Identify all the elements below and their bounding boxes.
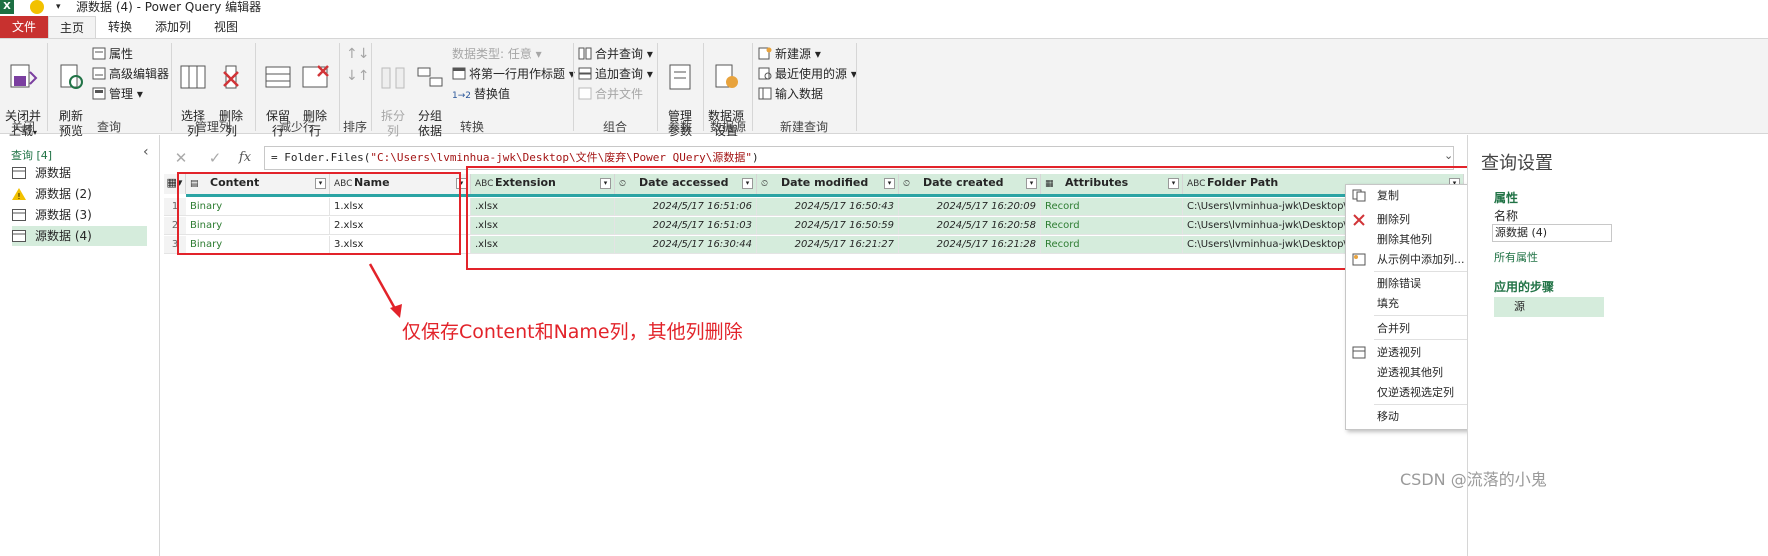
all-properties-link[interactable]: 所有属性 (1494, 249, 1538, 265)
cancel-icon[interactable]: ✕ (168, 146, 194, 170)
refresh-icon (60, 64, 83, 89)
remove-rows-icon (302, 65, 329, 88)
query-item[interactable]: 源数据 (3) (12, 205, 147, 225)
manage-parameters-icon (669, 64, 691, 90)
queries-panel: 查询 [4] ‹ 源数据 ! 源数据 (2) 源数据 (3) 源数据 (4) (0, 135, 160, 556)
enter-data-icon (758, 87, 772, 100)
unpivot-icon (1352, 346, 1366, 359)
manage-icon (92, 87, 106, 100)
annotation-box-keep (177, 172, 461, 255)
merge-queries-icon (578, 47, 592, 60)
expand-formula-icon[interactable]: ⌄ (1444, 149, 1453, 162)
new-source-button[interactable]: 新建源 ▾ (758, 46, 821, 62)
append-queries-icon (578, 67, 592, 80)
copy-icon (1352, 189, 1366, 202)
group-label-close: 关闭 (10, 120, 35, 134)
query-settings-title: 查询设置 (1481, 153, 1553, 174)
query-item-selected[interactable]: 源数据 (4) (12, 226, 147, 246)
function-icon[interactable]: fx (232, 146, 258, 170)
replace-values-button[interactable]: 1→2 替换值 (452, 86, 510, 104)
warning-icon: ! (12, 188, 26, 200)
group-label-new-query: 新建查询 (779, 120, 828, 134)
group-label-reduce-rows: 减少行 (278, 120, 315, 134)
group-label-combine: 组合 (602, 120, 627, 134)
add-column-example-icon (1352, 253, 1366, 266)
svg-text:!: ! (17, 192, 20, 200)
properties-header: 属性 (1494, 191, 1519, 205)
table-icon (12, 167, 26, 179)
watermark: CSDN @流落的小鬼 (1400, 470, 1547, 489)
table-icon (12, 209, 26, 221)
table-icon (12, 230, 26, 242)
name-input[interactable]: 源数据 (4) (1492, 224, 1612, 242)
advanced-editor-button[interactable]: 高级编辑器 (92, 66, 169, 82)
tab-add-column[interactable]: 添加列 (148, 16, 198, 38)
remove-column-icon (1353, 214, 1365, 226)
ribbon-divider (856, 43, 857, 131)
sort-ascending-icon[interactable]: ↑↓ (346, 46, 369, 62)
recent-sources-icon (758, 67, 772, 80)
advanced-editor-icon (92, 67, 106, 80)
collapse-panel-icon[interactable]: ‹ (143, 144, 149, 160)
combine-files-button[interactable]: 合并文件 (578, 86, 643, 102)
group-label-manage-columns: 管理列 (194, 120, 231, 134)
query-item[interactable]: ! 源数据 (2) (12, 184, 147, 204)
group-label-parameters: 参数 (667, 120, 692, 134)
applied-steps-header: 应用的步骤 (1494, 280, 1555, 294)
group-label-sort: 排序 (342, 120, 367, 134)
window-title: 源数据 (4) - Power Query 编辑器 (76, 0, 262, 14)
append-queries-button[interactable]: 追加查询 ▾ (578, 66, 653, 82)
data-type-dropdown[interactable]: 数据类型: 任意 ▾ (452, 46, 542, 62)
properties-button[interactable]: 属性 (92, 46, 133, 62)
group-label-transform: 转换 (459, 120, 484, 134)
excel-icon: X (0, 0, 14, 14)
annotation-box-delete (466, 166, 1472, 270)
query-settings-panel: 查询设置 属性 名称 源数据 (4) 所有属性 应用的步骤 源 (1467, 135, 1768, 556)
data-source-settings-icon (715, 64, 738, 88)
close-apply-icon (10, 64, 38, 88)
properties-icon (92, 47, 106, 60)
tab-view[interactable]: 视图 (206, 16, 246, 38)
choose-columns-icon (180, 65, 206, 89)
recent-sources-button[interactable]: 最近使用的源 ▾ (758, 66, 857, 82)
menu-tabs: 文件 主页 转换 添加列 视图 (0, 16, 1768, 38)
ribbon: 关闭并 上载▾ 关闭 刷新 预览 属性 高级编辑器 管理 ▾ 查询 选择 列 删… (0, 38, 1768, 138)
smiley-icon[interactable] (30, 0, 44, 14)
quick-access-dropdown-icon[interactable]: ▾ (56, 0, 61, 14)
tab-transform[interactable]: 转换 (100, 16, 140, 38)
sort-descending-icon[interactable]: ↓↑ (346, 68, 369, 84)
annotation-arrow (368, 263, 402, 318)
new-source-icon (758, 47, 772, 60)
enter-data-button[interactable]: 输入数据 (758, 86, 823, 102)
split-column-icon (381, 67, 405, 89)
group-label-datasource: 数据源 (709, 120, 746, 134)
queries-header: 查询 [4] (11, 149, 53, 162)
confirm-icon[interactable]: ✓ (202, 146, 228, 170)
combine-files-icon (578, 87, 592, 100)
first-row-header-button[interactable]: 将第一行用作标题 ▾ (452, 66, 575, 82)
keep-rows-icon (265, 66, 291, 88)
merge-queries-button[interactable]: 合并查询 ▾ (578, 46, 653, 62)
tab-file[interactable]: 文件 (0, 16, 48, 38)
tab-home[interactable]: 主页 (48, 16, 96, 38)
remove-columns-icon (223, 65, 239, 89)
query-item[interactable]: 源数据 (12, 163, 147, 183)
manage-button[interactable]: 管理 ▾ (92, 86, 143, 102)
applied-step-item[interactable]: 源 (1494, 297, 1604, 317)
first-row-header-icon (452, 67, 466, 80)
group-by-icon (417, 67, 443, 87)
annotation-text: 仅保存Content和Name列，其他列删除 (402, 321, 743, 343)
name-label: 名称 (1494, 209, 1519, 223)
group-label-query: 查询 (96, 120, 121, 134)
title-bar: X ▾ 源数据 (4) - Power Query 编辑器 (0, 0, 1768, 14)
replace-values-icon: 1→2 (452, 91, 471, 101)
